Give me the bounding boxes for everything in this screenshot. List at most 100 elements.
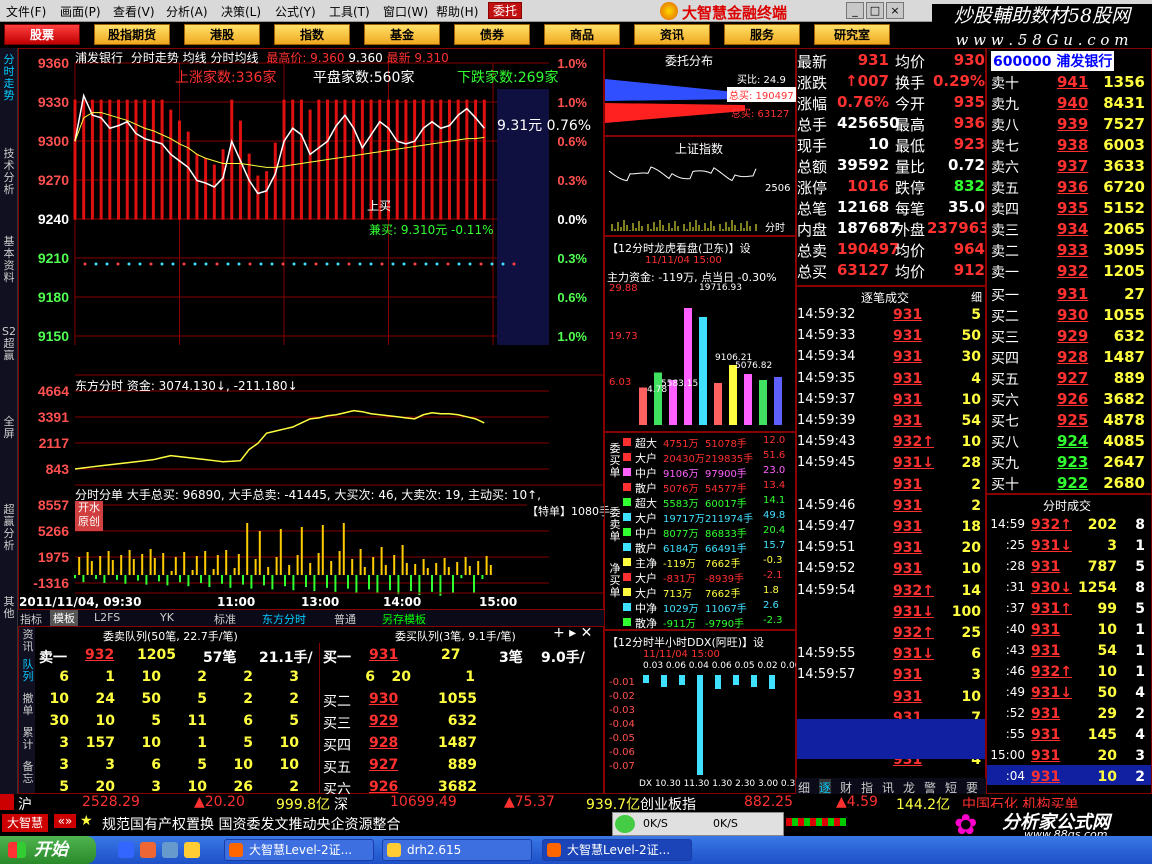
- price-tick: 9210: [38, 250, 69, 266]
- ddx-bar: [661, 675, 667, 687]
- oc-volume: 54577手: [705, 484, 747, 495]
- book-sell-price: 941: [1057, 73, 1089, 91]
- sell-queue-cell: 10: [49, 691, 69, 707]
- tb-futures[interactable]: 股指期货: [94, 24, 170, 45]
- menu-tools[interactable]: 工具(T): [329, 3, 370, 20]
- side-tab-fundamental[interactable]: 基本资料: [1, 236, 17, 284]
- cy-val: 882.25: [744, 794, 793, 810]
- dragon-bar-chart[interactable]: [633, 285, 793, 429]
- money-tick: 3391: [38, 409, 69, 425]
- btab-normal[interactable]: 普通: [334, 611, 356, 627]
- tick-vol: 14: [961, 582, 981, 599]
- oc-amount: 20430万: [663, 454, 705, 465]
- btab-template[interactable]: 模板: [50, 610, 78, 626]
- side-tab-s2[interactable]: S2超赢: [1, 326, 17, 362]
- task-item-1[interactable]: drh2.615: [382, 839, 532, 861]
- side-tabs: 分时走势 技术分析 基本资料 S2超赢 全屏 超赢分析 其他: [0, 48, 18, 800]
- min-time: :40: [1005, 622, 1025, 636]
- tick-time: 14:59:37: [797, 391, 856, 407]
- ticks-settle[interactable]: 细: [971, 289, 982, 305]
- signal-dot: [281, 262, 285, 266]
- queue-controls[interactable]: + ▸ ✕: [553, 625, 592, 641]
- menu-window[interactable]: 窗口(W): [383, 3, 428, 20]
- weituo-button[interactable]: 委托: [488, 2, 522, 19]
- tb-research[interactable]: 研究室: [814, 24, 890, 45]
- maximize-button[interactable]: □: [866, 2, 884, 19]
- close-button[interactable]: ×: [886, 2, 904, 19]
- quote-label-2: 最高: [895, 116, 926, 134]
- min-price: 932↑: [1031, 517, 1072, 533]
- ddx-tick: -0.02: [609, 691, 635, 702]
- side-tab-technical[interactable]: 技术分析: [1, 148, 17, 196]
- cy-amt: 144.2亿: [896, 797, 951, 813]
- ddx-tick: -0.05: [609, 733, 635, 744]
- book-sell-vol: 3633: [1103, 157, 1145, 175]
- ddx-chart[interactable]: [639, 675, 793, 779]
- oc-volume: 51078手: [705, 439, 747, 450]
- quicklaunch-app-icon[interactable]: [140, 842, 156, 858]
- pct-tick: 0.0%: [557, 212, 587, 227]
- book-buy-vol: 2647: [1103, 453, 1145, 471]
- side-tab-timeshare[interactable]: 分时走势: [1, 54, 17, 102]
- menu-decision[interactable]: 决策(L): [221, 3, 261, 20]
- btab-l2fs[interactable]: L2FS: [94, 611, 120, 624]
- ticker-text[interactable]: 规范国有产权置换 国资委发文推动央企资源整合: [102, 814, 400, 834]
- side-tab-superwin[interactable]: 超赢分析: [1, 504, 17, 552]
- oc-volume: -9790手: [705, 619, 745, 630]
- btab-eastern[interactable]: 东方分时: [262, 611, 306, 627]
- menu-view[interactable]: 查看(V): [113, 3, 155, 20]
- ticker-nav-icon[interactable]: «»: [54, 814, 76, 828]
- tb-stocks[interactable]: 股票: [4, 24, 80, 45]
- tb-hk[interactable]: 港股: [184, 24, 260, 45]
- tick-time: 14:59:39: [797, 413, 856, 428]
- oq-tab-cumulative[interactable]: 累计: [20, 727, 36, 751]
- tb-news[interactable]: 资讯: [634, 24, 710, 45]
- header-val1: 9.360: [348, 51, 383, 65]
- min-count: 4: [1135, 727, 1145, 743]
- oq-tab-queue[interactable]: 队列: [20, 659, 36, 683]
- stock-code: 600000: [993, 54, 1052, 70]
- tb-commodity[interactable]: 商品: [544, 24, 620, 45]
- quicklaunch-ie-icon[interactable]: [118, 842, 134, 858]
- quote-panel: 最新 931 均价 930 涨跌 ↑007 换手 0.29% 涨幅 0.76% 今开 935 总手 425…: [796, 48, 990, 286]
- btab-indicator[interactable]: 指标: [20, 611, 42, 627]
- task-item-2[interactable]: 大智慧Level-2证...: [542, 839, 692, 861]
- menu-view-screen[interactable]: 画面(P): [60, 3, 101, 20]
- task-item-0[interactable]: 大智慧Level-2证...: [224, 839, 374, 861]
- book-buy-label: 买三: [991, 330, 1019, 346]
- sell-queue-cell: 157: [85, 735, 115, 751]
- btab-standard[interactable]: 标准: [214, 611, 236, 627]
- tb-index[interactable]: 指数: [274, 24, 350, 45]
- oc-pct: 2.6: [763, 600, 779, 611]
- btab-yk[interactable]: YK: [160, 611, 174, 624]
- tb-bond[interactable]: 债券: [454, 24, 530, 45]
- book-buy-vol: 27: [1124, 285, 1145, 303]
- quicklaunch-desktop-icon[interactable]: [162, 842, 178, 858]
- signal-dot: [204, 262, 208, 266]
- quote-value-2: 832: [953, 177, 985, 195]
- oq-tab-cancel[interactable]: 撤单: [20, 693, 36, 717]
- ddx-bar: [715, 675, 721, 689]
- min-time: :55: [1005, 727, 1025, 741]
- sell-queue-cell: 2: [289, 779, 299, 795]
- side-tab-other[interactable]: 其他: [1, 596, 17, 620]
- min-time: :49: [1005, 685, 1025, 699]
- tb-fund[interactable]: 基金: [364, 24, 440, 45]
- side-tab-fullscreen[interactable]: 全屏: [1, 416, 17, 440]
- signal-dot: [171, 262, 175, 266]
- tick-price: 931: [893, 370, 923, 387]
- oq-tab-news[interactable]: 资讯: [20, 629, 36, 653]
- menu-help[interactable]: 帮助(H): [436, 3, 478, 20]
- minimize-button[interactable]: _: [846, 2, 864, 19]
- tb-service[interactable]: 服务: [724, 24, 800, 45]
- menu-file[interactable]: 文件(F): [6, 3, 46, 20]
- oq-tab-memo[interactable]: 备忘: [20, 761, 36, 785]
- menu-formula[interactable]: 公式(Y): [275, 3, 316, 20]
- menu-analysis[interactable]: 分析(A): [166, 3, 208, 20]
- quicklaunch-folder-icon[interactable]: [184, 842, 200, 858]
- book-buy-price: 924: [1057, 432, 1089, 450]
- oc-name: 中户: [635, 527, 657, 540]
- buy-queue-header: 委买队列(3笔, 9.1手/笔): [395, 630, 516, 643]
- start-button[interactable]: 开始: [0, 836, 96, 864]
- btab-save[interactable]: 另存模板: [382, 611, 426, 627]
